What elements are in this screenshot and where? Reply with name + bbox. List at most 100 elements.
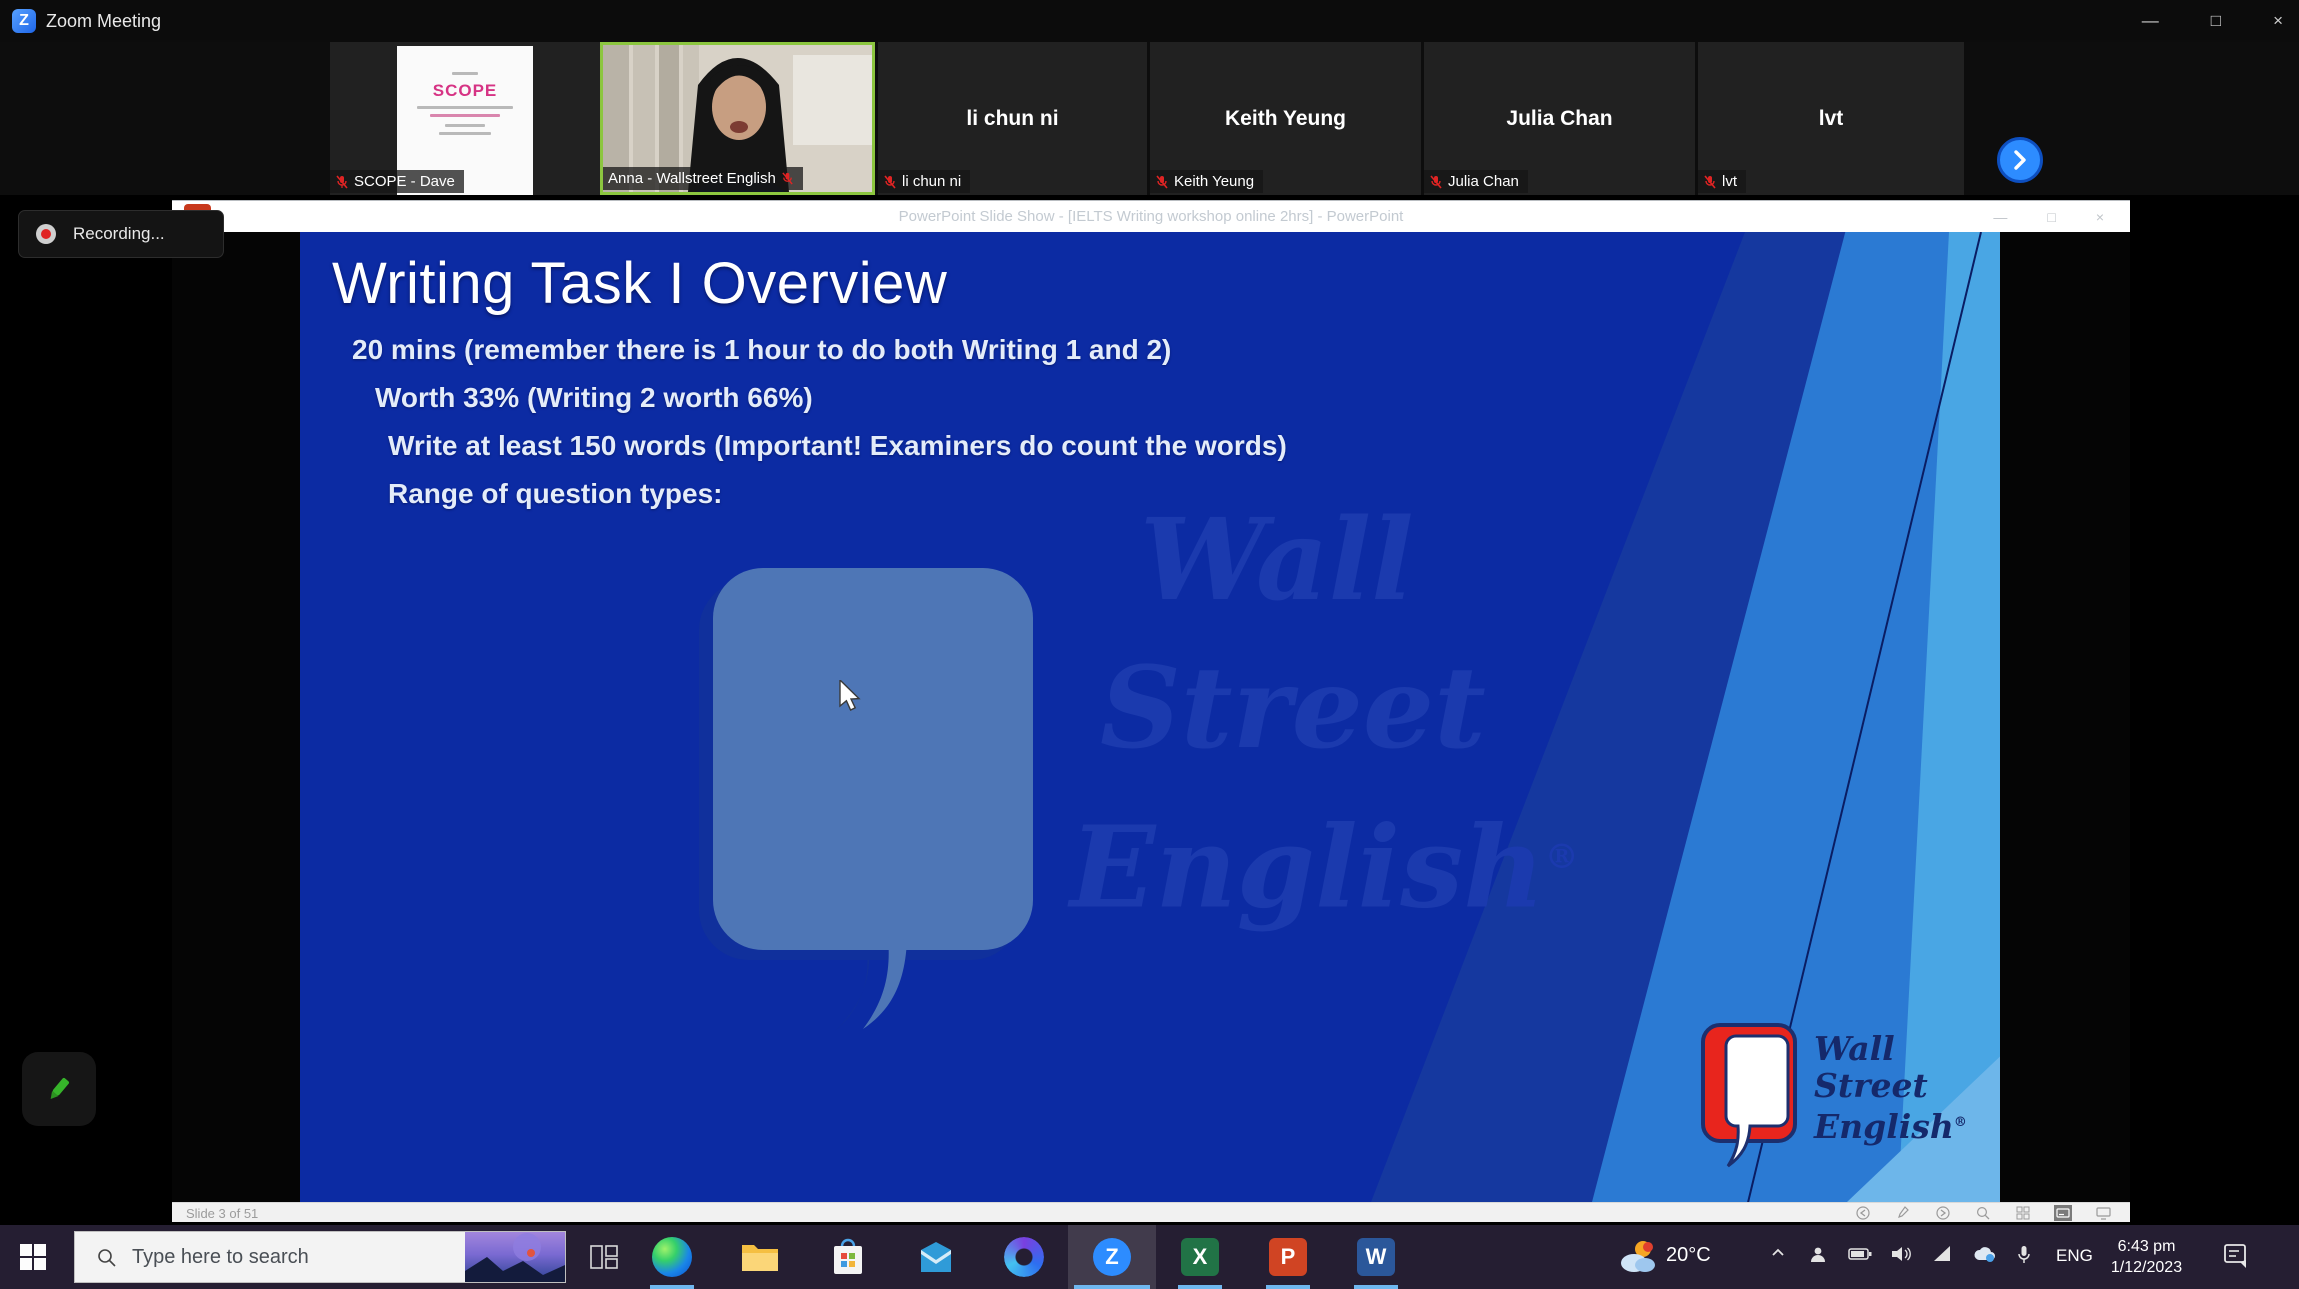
participant-name-tag: li chun ni bbox=[878, 170, 970, 193]
file-explorer-button[interactable] bbox=[738, 1235, 782, 1279]
mail-button[interactable] bbox=[914, 1235, 958, 1279]
windows-taskbar: Z X P W 20°C bbox=[0, 1225, 2299, 1289]
slideshow-view-icon[interactable] bbox=[2094, 1205, 2112, 1221]
task-view-button[interactable] bbox=[582, 1235, 626, 1279]
weather-widget[interactable] bbox=[1614, 1237, 1662, 1277]
browser-circle-icon bbox=[1004, 1237, 1044, 1277]
participant-name-tag: SCOPE - Dave bbox=[330, 170, 464, 193]
zoom-running-indicator bbox=[1074, 1285, 1150, 1289]
taskbar-clock[interactable]: 6:43 pm 1/12/2023 bbox=[2098, 1236, 2195, 1278]
edge-running-indicator bbox=[650, 1285, 694, 1289]
network-icon[interactable] bbox=[1932, 1245, 1952, 1268]
pen-tool-icon[interactable] bbox=[1894, 1205, 1912, 1221]
powerpoint-statusbar: Slide 3 of 51 bbox=[172, 1202, 2130, 1222]
zoom-app-icon: Z bbox=[12, 9, 36, 33]
wall-street-english-watermark: Wall Street English® bbox=[1070, 487, 1579, 942]
participant-tile-lvt[interactable]: lvt lvt bbox=[1698, 42, 1964, 195]
participant-name-tag: Anna - Wallstreet English bbox=[603, 167, 803, 190]
file-explorer-icon bbox=[740, 1240, 780, 1274]
clock-time: 6:43 pm bbox=[2098, 1236, 2195, 1257]
search-highlight-image bbox=[465, 1231, 565, 1283]
action-center-icon bbox=[2222, 1241, 2250, 1269]
slide-title: Writing Task I Overview bbox=[332, 250, 947, 317]
language-indicator[interactable]: ENG bbox=[2056, 1246, 2093, 1266]
zoom-window-title: Zoom Meeting bbox=[46, 11, 161, 32]
slide-bullet-4: Range of question types: bbox=[388, 478, 722, 510]
slide-bullet-3: Write at least 150 words (Important! Exa… bbox=[388, 430, 1287, 462]
screen: Z Zoom Meeting — □ × SCOPE SCOPE - Dave bbox=[0, 0, 2299, 1289]
ppt-minimize-button[interactable]: — bbox=[1993, 209, 2007, 225]
participant-tile-li-chun-ni[interactable]: li chun ni li chun ni bbox=[878, 42, 1147, 195]
participant-tile-scope-dave[interactable]: SCOPE SCOPE - Dave bbox=[330, 42, 600, 195]
recording-label: Recording... bbox=[73, 224, 165, 244]
zoom-close-button[interactable]: × bbox=[2273, 11, 2283, 31]
wse-logo-script: Wall Street English® bbox=[1814, 1030, 1967, 1172]
zoom-minimize-button[interactable]: — bbox=[2142, 11, 2159, 31]
search-input[interactable] bbox=[130, 1245, 434, 1270]
task-view-icon bbox=[589, 1242, 619, 1272]
participant-name-tag: lvt bbox=[1698, 170, 1746, 193]
speech-bubble-watermark bbox=[695, 532, 1065, 1032]
pencil-icon bbox=[42, 1072, 76, 1106]
microsoft-store-button[interactable] bbox=[826, 1235, 870, 1279]
participant-tile-julia-chan[interactable]: Julia Chan Julia Chan bbox=[1424, 42, 1695, 195]
people-tray-icon[interactable] bbox=[1808, 1245, 1828, 1270]
excel-button[interactable]: X bbox=[1178, 1235, 1222, 1279]
annotate-button[interactable] bbox=[22, 1052, 96, 1126]
ppt-close-button[interactable]: × bbox=[2096, 209, 2104, 225]
slide-bullet-1: 20 mins (remember there is 1 hour to do … bbox=[352, 334, 1171, 366]
battery-icon[interactable] bbox=[1848, 1245, 1872, 1268]
participant-name-tag: Keith Yeung bbox=[1150, 170, 1263, 193]
powerpoint-icon: P bbox=[1269, 1238, 1307, 1276]
start-button[interactable] bbox=[0, 1225, 66, 1289]
subtitles-icon[interactable] bbox=[2054, 1205, 2072, 1221]
mouse-cursor bbox=[838, 680, 864, 712]
next-slide-icon[interactable] bbox=[1934, 1205, 1952, 1221]
participant-strip: SCOPE SCOPE - Dave bbox=[0, 42, 2299, 195]
hidden-icons-chevron[interactable] bbox=[1770, 1245, 1786, 1266]
previous-slide-icon[interactable] bbox=[1854, 1205, 1872, 1221]
speaker-icon[interactable] bbox=[1890, 1245, 1912, 1268]
zoom-icon: Z bbox=[1093, 1238, 1131, 1276]
powerpoint-title: PowerPoint Slide Show - [IELTS Writing w… bbox=[172, 208, 2130, 225]
clock-date: 1/12/2023 bbox=[2098, 1257, 2195, 1278]
edge-browser-button[interactable] bbox=[650, 1235, 694, 1279]
see-all-slides-icon[interactable] bbox=[2014, 1205, 2032, 1221]
windows-logo-icon bbox=[20, 1244, 46, 1270]
muted-mic-icon bbox=[883, 175, 897, 189]
wall-street-english-logo: Wall Street English® bbox=[1700, 1022, 1967, 1172]
muted-mic-icon bbox=[1155, 175, 1169, 189]
muted-mic-icon bbox=[335, 175, 349, 189]
action-center-button[interactable] bbox=[2222, 1241, 2250, 1274]
muted-mic-icon bbox=[781, 172, 794, 185]
muted-mic-icon bbox=[1703, 175, 1717, 189]
zoom-app-button[interactable]: Z bbox=[1090, 1235, 1134, 1279]
zoom-slide-icon[interactable] bbox=[1974, 1205, 1992, 1221]
powerpoint-button[interactable]: P bbox=[1266, 1235, 1310, 1279]
muted-mic-icon bbox=[1429, 175, 1443, 189]
slide-indicator: Slide 3 of 51 bbox=[186, 1206, 258, 1221]
participant-tile-keith-yeung[interactable]: Keith Yeung Keith Yeung bbox=[1150, 42, 1421, 195]
ppt-restore-button[interactable]: □ bbox=[2047, 209, 2055, 225]
browser-button[interactable] bbox=[1002, 1235, 1046, 1279]
excel-icon: X bbox=[1181, 1238, 1219, 1276]
recording-indicator: Recording... bbox=[18, 210, 224, 258]
next-participants-button[interactable] bbox=[1997, 137, 2043, 183]
participant-tile-anna[interactable]: Anna - Wallstreet English bbox=[600, 42, 875, 195]
taskbar-search[interactable] bbox=[74, 1231, 566, 1283]
wse-logo-bubble-icon bbox=[1700, 1022, 1800, 1172]
word-running-indicator bbox=[1354, 1285, 1398, 1289]
weather-icon bbox=[1617, 1239, 1659, 1275]
participant-name-tag: Julia Chan bbox=[1424, 170, 1528, 193]
onedrive-icon[interactable] bbox=[1972, 1245, 1998, 1268]
search-icon bbox=[97, 1248, 116, 1267]
store-icon bbox=[831, 1238, 865, 1276]
word-button[interactable]: W bbox=[1354, 1235, 1398, 1279]
microphone-icon[interactable] bbox=[2016, 1245, 2032, 1270]
weather-temperature[interactable]: 20°C bbox=[1666, 1244, 1711, 1267]
zoom-maximize-button[interactable]: □ bbox=[2211, 11, 2221, 31]
powerpoint-titlebar: P PowerPoint Slide Show - [IELTS Writing… bbox=[172, 200, 2130, 232]
word-icon: W bbox=[1357, 1238, 1395, 1276]
powerpoint-window: P PowerPoint Slide Show - [IELTS Writing… bbox=[172, 200, 2130, 1222]
edge-icon bbox=[652, 1237, 692, 1277]
